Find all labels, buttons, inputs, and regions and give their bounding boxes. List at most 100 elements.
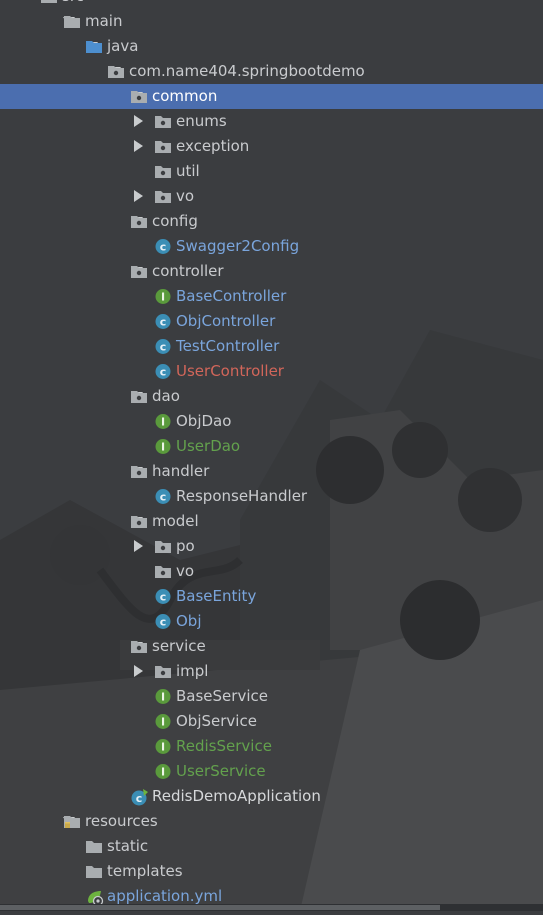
tree-item-label: ObjService [176, 712, 257, 730]
svg-text:I: I [161, 441, 165, 454]
tree-item-label: RedisDemoApplication [152, 787, 321, 805]
tree-item-usercontroller[interactable]: c UserController [0, 359, 543, 384]
package-icon [130, 513, 148, 530]
tree-item-templates[interactable]: templates [0, 859, 543, 884]
tree-item-label: com.name404.springbootdemo [129, 62, 365, 80]
tree-item-objservice[interactable]: I ObjService [0, 709, 543, 734]
source-folder-icon [85, 38, 103, 55]
folder-icon [63, 13, 81, 30]
tree-item-label: dao [152, 387, 180, 405]
project-tree[interactable]: srcmain java com.name404.springbootdemo com… [0, 0, 543, 911]
collapsed-arrow-icon[interactable] [131, 534, 145, 559]
tree-item-label: exception [176, 137, 250, 155]
tree-item-po[interactable]: po [0, 534, 543, 559]
tree-item-redisservice[interactable]: I RedisService [0, 734, 543, 759]
tree-item-java[interactable]: java [0, 34, 543, 59]
tree-item-obj[interactable]: c Obj [0, 609, 543, 634]
tree-item-redisdemoapplication[interactable]: c RedisDemoApplication [0, 784, 543, 809]
interface-icon: I [154, 738, 172, 755]
package-icon [130, 263, 148, 280]
collapsed-arrow-icon[interactable] [131, 109, 145, 134]
class-icon: c [154, 613, 172, 630]
tree-item-objcontroller[interactable]: c ObjController [0, 309, 543, 334]
tree-item-label: main [85, 12, 123, 30]
tree-item-label: vo [176, 187, 195, 205]
tree-item-baseentity[interactable]: c BaseEntity [0, 584, 543, 609]
tree-item-label: ObjController [176, 312, 276, 330]
tree-item-label: handler [152, 462, 210, 480]
tree-item-label: enums [176, 112, 227, 130]
tree-item-exception[interactable]: exception [0, 134, 543, 159]
tree-item-resources[interactable]: resources [0, 809, 543, 834]
tree-item-common[interactable]: common [0, 84, 543, 109]
collapsed-arrow-icon[interactable] [131, 184, 145, 209]
interface-icon: I [154, 688, 172, 705]
svg-text:I: I [161, 716, 165, 729]
svg-text:I: I [161, 691, 165, 704]
tree-item-model[interactable]: model [0, 509, 543, 534]
tree-item-label: po [176, 537, 195, 555]
interface-icon: I [154, 763, 172, 780]
package-icon [130, 213, 148, 230]
tree-item-label: impl [176, 662, 209, 680]
svg-text:c: c [160, 341, 167, 354]
interface-icon: I [154, 288, 172, 305]
tree-item-label: UserService [176, 762, 266, 780]
tree-item-label: controller [152, 262, 224, 280]
svg-text:c: c [136, 792, 143, 805]
tree-item-handler[interactable]: handler [0, 459, 543, 484]
class-icon: c [154, 363, 172, 380]
tree-item-controller[interactable]: controller [0, 259, 543, 284]
tree-item-src[interactable]: src [0, 0, 543, 9]
tree-item-label: util [176, 162, 200, 180]
interface-icon: I [154, 713, 172, 730]
package-icon [154, 188, 172, 205]
tree-item-label: config [152, 212, 198, 230]
tree-item-label: TestController [176, 337, 280, 355]
tree-item-main[interactable]: main [0, 9, 543, 34]
tree-item-basecontroller[interactable]: I BaseController [0, 284, 543, 309]
resources-folder-icon [63, 813, 81, 830]
tree-item-label: UserDao [176, 437, 241, 455]
tree-item-com-name404-springbootdemo[interactable]: com.name404.springbootdemo [0, 59, 543, 84]
collapsed-arrow-icon[interactable] [131, 134, 145, 159]
tree-item-vo[interactable]: vo [0, 184, 543, 209]
package-icon [130, 88, 148, 105]
collapsed-arrow-icon[interactable] [131, 659, 145, 684]
tree-item-label: static [107, 837, 149, 855]
tree-item-objdao[interactable]: I ObjDao [0, 409, 543, 434]
tree-item-service[interactable]: service [0, 634, 543, 659]
spring-yml-icon [85, 888, 104, 907]
tree-item-label: src [62, 0, 84, 9]
tree-item-userservice[interactable]: I UserService [0, 759, 543, 784]
package-icon [154, 663, 172, 680]
svg-text:c: c [160, 366, 167, 379]
tree-item-userdao[interactable]: I UserDao [0, 434, 543, 459]
svg-text:I: I [161, 416, 165, 429]
package-icon [154, 538, 172, 555]
tree-item-label: BaseService [176, 687, 268, 705]
svg-text:c: c [160, 616, 167, 629]
svg-text:I: I [161, 291, 165, 304]
package-icon [154, 163, 172, 180]
tree-item-static[interactable]: static [0, 834, 543, 859]
tree-item-vo[interactable]: vo [0, 559, 543, 584]
tree-item-dao[interactable]: dao [0, 384, 543, 409]
tree-item-enums[interactable]: enums [0, 109, 543, 134]
class-icon: c [154, 238, 172, 255]
tree-item-testcontroller[interactable]: c TestController [0, 334, 543, 359]
tree-item-responsehandler[interactable]: c ResponseHandler [0, 484, 543, 509]
horizontal-scrollbar-thumb[interactable] [0, 905, 440, 910]
tree-item-config[interactable]: config [0, 209, 543, 234]
tree-item-label: service [152, 637, 206, 655]
tree-item-impl[interactable]: impl [0, 659, 543, 684]
interface-icon: I [154, 413, 172, 430]
tree-item-util[interactable]: util [0, 159, 543, 184]
tree-item-swagger2config[interactable]: c Swagger2Config [0, 234, 543, 259]
tree-item-label: UserController [176, 362, 284, 380]
tree-item-label: java [107, 37, 139, 55]
folder-icon [85, 863, 103, 880]
spring-boot-class-icon: c [130, 788, 148, 806]
tree-item-baseservice[interactable]: I BaseService [0, 684, 543, 709]
class-icon: c [154, 488, 172, 505]
